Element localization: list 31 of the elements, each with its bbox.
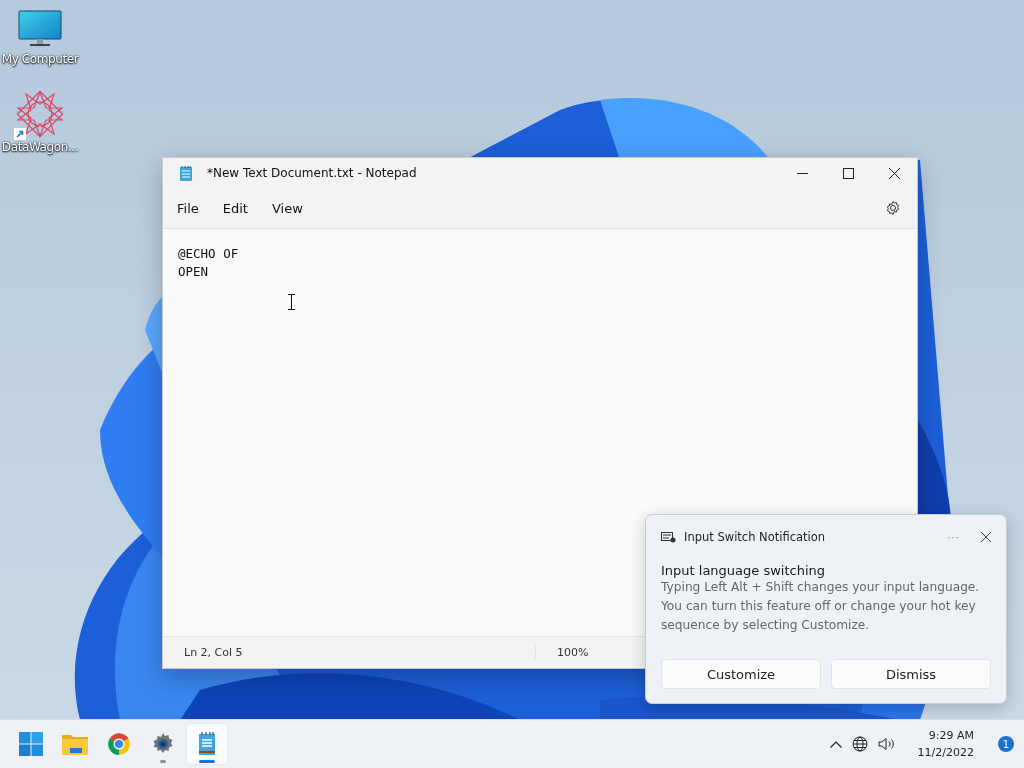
zoom-level: 100% (535, 646, 638, 659)
more-button[interactable]: ··· (947, 530, 959, 544)
notification-count-badge[interactable]: 1 (998, 736, 1014, 752)
notepad-icon (198, 732, 216, 756)
minimize-icon (796, 172, 808, 174)
notification-heading: Input language switching (661, 563, 827, 578)
text-cursor-icon (288, 294, 295, 310)
close-button[interactable] (981, 532, 991, 542)
speaker-icon[interactable] (877, 737, 896, 751)
notepad-icon (179, 164, 193, 182)
folder-icon (62, 733, 88, 755)
chevron-up-icon[interactable] (829, 740, 842, 748)
dismiss-button[interactable]: Dismiss (831, 659, 991, 689)
star-icon (16, 90, 64, 138)
clock[interactable]: 9:29 AM 11/2/2022 (913, 727, 978, 761)
menu-item[interactable]: File (169, 194, 207, 222)
taskbar-app-button[interactable] (187, 724, 227, 764)
close-icon (981, 532, 991, 542)
settings-icon (885, 200, 901, 216)
globe-icon[interactable] (851, 736, 868, 752)
keyboard-icon (661, 531, 676, 543)
maximize-icon (842, 167, 854, 179)
notification-app-name: Input Switch Notification (684, 530, 827, 544)
menu-item[interactable]: Edit (214, 194, 256, 222)
cursor-position: Ln 2, Col 5 (183, 646, 244, 659)
window-title: *New Text Document.txt - Notepad (207, 166, 418, 180)
browser-icon (107, 732, 131, 756)
start-icon (19, 732, 43, 756)
close-icon (888, 167, 900, 179)
menu-item[interactable]: View (263, 194, 311, 222)
customize-button[interactable]: Customize (661, 659, 821, 689)
